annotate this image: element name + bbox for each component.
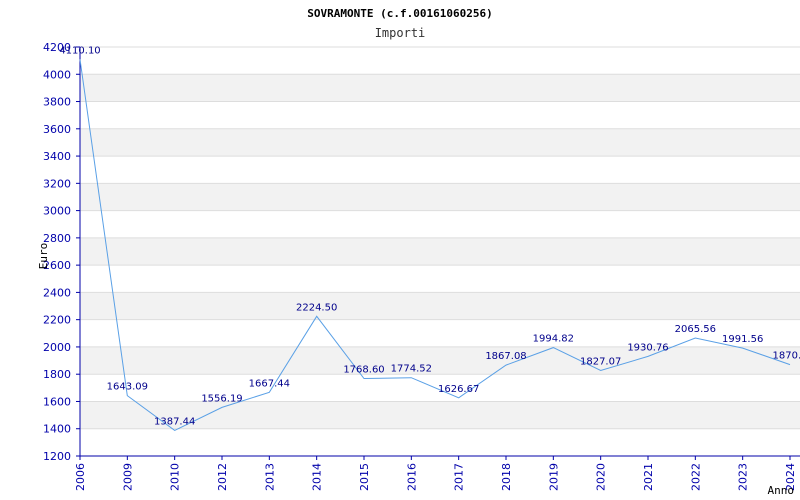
x-tick-label: 2015 xyxy=(358,463,371,491)
background-bands xyxy=(80,74,800,429)
y-tick-label: 2200 xyxy=(43,314,71,327)
x-tick-label: 2018 xyxy=(500,463,513,491)
data-label: 1991.56 xyxy=(722,334,763,345)
data-label: 1556.19 xyxy=(201,393,242,404)
grid-band xyxy=(80,346,800,375)
x-tick-label: 2020 xyxy=(595,463,608,491)
data-label: 2224.50 xyxy=(296,302,337,313)
x-tick-label: 2016 xyxy=(405,463,418,491)
y-axis-label: Euro xyxy=(37,243,50,270)
y-tick-label: 1400 xyxy=(43,423,71,436)
y-tick-label: 3400 xyxy=(43,150,71,163)
x-tick-label: 2009 xyxy=(121,463,134,491)
data-label: 1827.07 xyxy=(580,357,621,368)
x-tick-label: 2010 xyxy=(169,463,182,491)
grid-band xyxy=(80,183,800,211)
y-tick-label: 1800 xyxy=(43,368,71,381)
y-tick-label: 3800 xyxy=(43,96,71,109)
data-label: 4110.10 xyxy=(59,45,100,56)
data-label: 1867.08 xyxy=(485,351,526,362)
line-chart: SOVRAMONTE (c.f.00161060256) Importi 120… xyxy=(37,7,800,497)
y-tick-label: 1200 xyxy=(43,450,71,463)
data-label: 1626.67 xyxy=(438,384,479,395)
data-label: 2065.56 xyxy=(675,324,716,335)
x-tick-label: 2022 xyxy=(689,463,702,491)
y-tick-label: 3000 xyxy=(43,205,71,218)
grid-band xyxy=(80,292,800,320)
x-axis-ticks: 2006 2009 2010 2012 2013 2014 2015 2016 2017 2018… xyxy=(74,456,797,491)
y-tick-label: 4000 xyxy=(43,68,71,81)
data-label: 1643.09 xyxy=(107,382,148,393)
x-tick-label: 2017 xyxy=(453,463,466,491)
data-label: 1930.76 xyxy=(627,342,668,353)
data-label: 1768.60 xyxy=(343,364,384,375)
x-tick-label: 2019 xyxy=(547,463,560,491)
x-tick-label: 2014 xyxy=(311,463,324,491)
x-tick-label: 2021 xyxy=(642,463,655,491)
x-tick-label: 2013 xyxy=(263,463,276,491)
data-label: 1870.6 xyxy=(773,351,800,362)
chart-title: SOVRAMONTE (c.f.00161060256) xyxy=(307,7,492,20)
data-label: 1774.52 xyxy=(391,364,432,375)
y-tick-label: 3200 xyxy=(43,177,71,190)
grid-band xyxy=(80,128,800,157)
x-tick-label: 2006 xyxy=(74,463,87,491)
data-label: 1667.44 xyxy=(249,378,290,389)
chart-subtitle: Importi xyxy=(375,26,426,40)
data-label: 1994.82 xyxy=(533,334,574,345)
data-label: 1387.44 xyxy=(154,416,195,427)
grid-band xyxy=(80,74,800,102)
y-tick-label: 3600 xyxy=(43,123,71,136)
x-tick-label: 2023 xyxy=(737,463,750,491)
y-tick-label: 2000 xyxy=(43,341,71,354)
grid-band xyxy=(80,237,800,266)
x-tick-label: 2012 xyxy=(216,463,229,491)
y-tick-label: 1600 xyxy=(43,395,71,408)
y-tick-label: 2400 xyxy=(43,286,71,299)
x-axis-label: Anno xyxy=(768,484,795,497)
